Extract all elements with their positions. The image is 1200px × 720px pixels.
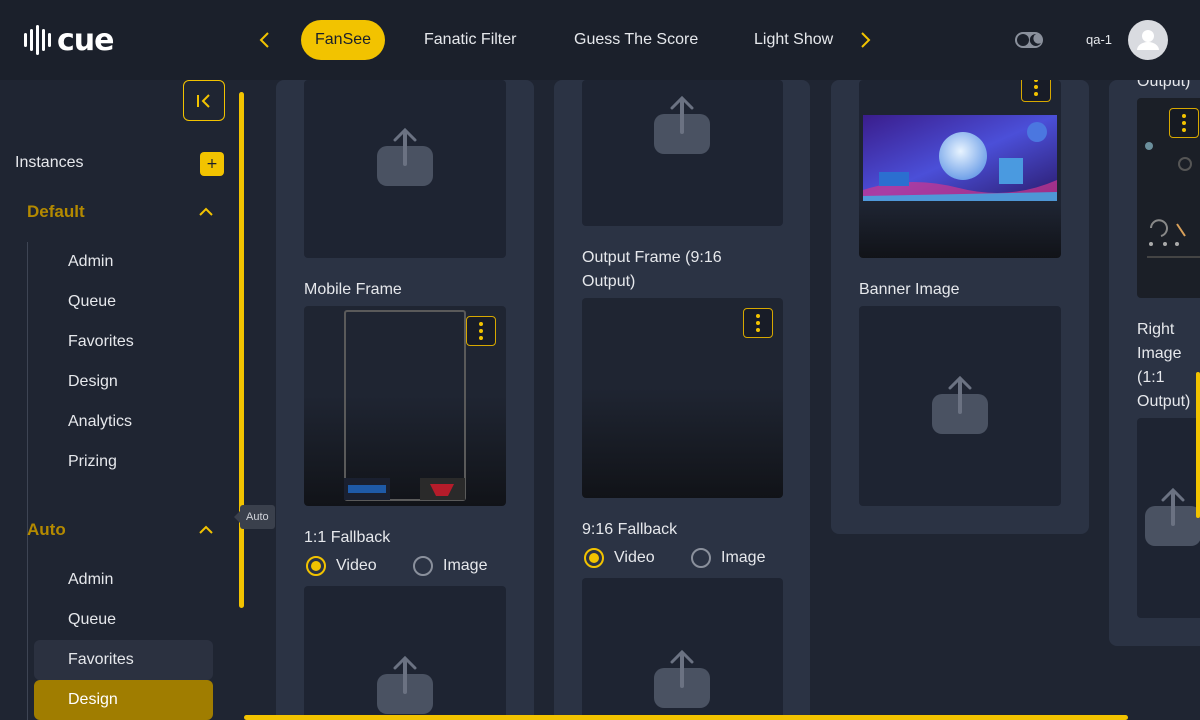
radio-video-option[interactable]: Video <box>306 556 377 576</box>
collapse-icon <box>197 93 210 108</box>
sidebar-item-design[interactable]: Design <box>34 680 213 720</box>
tabs-next-arrow-icon[interactable] <box>856 28 876 52</box>
user-name: qa-1 <box>1086 32 1113 47</box>
upload-icon <box>1145 488 1200 546</box>
sidebar-item-favorites[interactable]: Favorites <box>34 322 213 362</box>
group-auto-line <box>27 560 28 720</box>
more-options-icon[interactable] <box>466 316 496 346</box>
sidebar-item-admin[interactable]: Admin <box>34 560 213 600</box>
radio-video-label: Video <box>336 557 377 574</box>
space-image-preview[interactable] <box>859 80 1061 258</box>
upload-area[interactable] <box>582 578 783 720</box>
avatar[interactable] <box>1128 20 1168 60</box>
tabs-prev-arrow-icon[interactable] <box>254 28 274 52</box>
sidebar-item-design[interactable]: Design <box>34 362 213 402</box>
radio-image-option[interactable]: Image <box>413 556 487 576</box>
radio-image-label: Image <box>721 549 766 566</box>
sidebar-item-admin[interactable]: Admin <box>34 242 213 282</box>
group-default-line <box>27 242 28 562</box>
user-icon <box>1137 30 1159 50</box>
cue-logo[interactable]: cue <box>24 22 114 58</box>
radio-video[interactable] <box>306 556 326 576</box>
group-default-label[interactable]: Default <box>27 202 85 222</box>
logo-text: cue <box>57 22 114 58</box>
tab-fansee[interactable]: FanSee <box>301 20 386 60</box>
output-frame-label: Output Frame (9:16 Output) <box>582 249 722 290</box>
more-options-icon[interactable] <box>743 308 773 338</box>
radio-image-label: Image <box>443 557 488 574</box>
vertical-scrollbar[interactable] <box>1196 372 1200 518</box>
moon-toggle-icon <box>1015 32 1043 48</box>
radio-video-option[interactable]: Video <box>584 548 655 568</box>
output-label: Output) <box>1137 80 1191 90</box>
upload-area[interactable] <box>859 306 1061 506</box>
banner-image-label: Banner Image <box>859 281 960 298</box>
mobile-frame-preview[interactable] <box>304 306 506 506</box>
tab-guess-the-score[interactable]: Guess The Score <box>560 20 712 60</box>
chevron-up-icon[interactable] <box>197 203 215 221</box>
upload-area[interactable] <box>1137 418 1200 618</box>
tab-light-show[interactable]: Light Show <box>740 20 847 60</box>
collapse-sidebar-button[interactable] <box>183 80 225 121</box>
upload-icon <box>932 376 988 434</box>
tab-fanatic-filter[interactable]: Fanatic Filter <box>410 20 530 60</box>
sound-wave-icon <box>24 24 51 56</box>
fallback-9-16-label: 9:16 Fallback <box>582 521 678 538</box>
output-frame-preview[interactable] <box>582 298 783 498</box>
main-content: Mobile Frame 1:1 Fallback Video Image Ou… <box>244 80 1200 720</box>
chevron-up-icon[interactable] <box>197 521 215 539</box>
fallback-1-1-label: 1:1 Fallback <box>304 529 391 546</box>
sidebar-item-queue[interactable]: Queue <box>34 282 213 322</box>
phone-ui-preview[interactable] <box>1137 98 1200 298</box>
sidebar: Instances + Default Admin Queue Favorite… <box>0 80 240 720</box>
upload-icon <box>377 656 433 714</box>
sidebar-item-prizing[interactable]: Prizing <box>34 442 213 482</box>
sidebar-item-favorites[interactable]: Favorites <box>34 640 213 680</box>
radio-image[interactable] <box>413 556 433 576</box>
upload-icon <box>654 650 710 708</box>
instances-label: Instances <box>15 154 84 171</box>
upload-area[interactable] <box>304 586 506 720</box>
radio-video-label: Video <box>614 549 655 566</box>
upload-area[interactable] <box>582 80 783 226</box>
upload-area[interactable] <box>304 80 506 258</box>
mobile-frame-label: Mobile Frame <box>304 281 402 298</box>
upload-icon <box>377 128 433 186</box>
add-instance-button[interactable]: + <box>200 152 224 176</box>
space-scene-image <box>863 115 1057 201</box>
horizontal-scrollbar[interactable] <box>244 715 1128 720</box>
more-options-icon[interactable] <box>1021 80 1051 102</box>
sidebar-item-analytics[interactable]: Analytics <box>34 402 213 442</box>
radio-image-option[interactable]: Image <box>691 548 765 568</box>
tooltip: Auto <box>234 505 275 529</box>
radio-video[interactable] <box>584 548 604 568</box>
top-bar: cue FanSee Fanatic Filter Guess The Scor… <box>0 0 1200 80</box>
theme-toggle[interactable] <box>1014 30 1044 50</box>
group-auto-label[interactable]: Auto <box>27 520 66 540</box>
upload-icon <box>654 96 710 154</box>
right-image-label: Right Image (1:1 Output) <box>1137 321 1191 410</box>
radio-image[interactable] <box>691 548 711 568</box>
sidebar-item-queue[interactable]: Queue <box>34 600 213 640</box>
more-options-icon[interactable] <box>1169 108 1199 138</box>
